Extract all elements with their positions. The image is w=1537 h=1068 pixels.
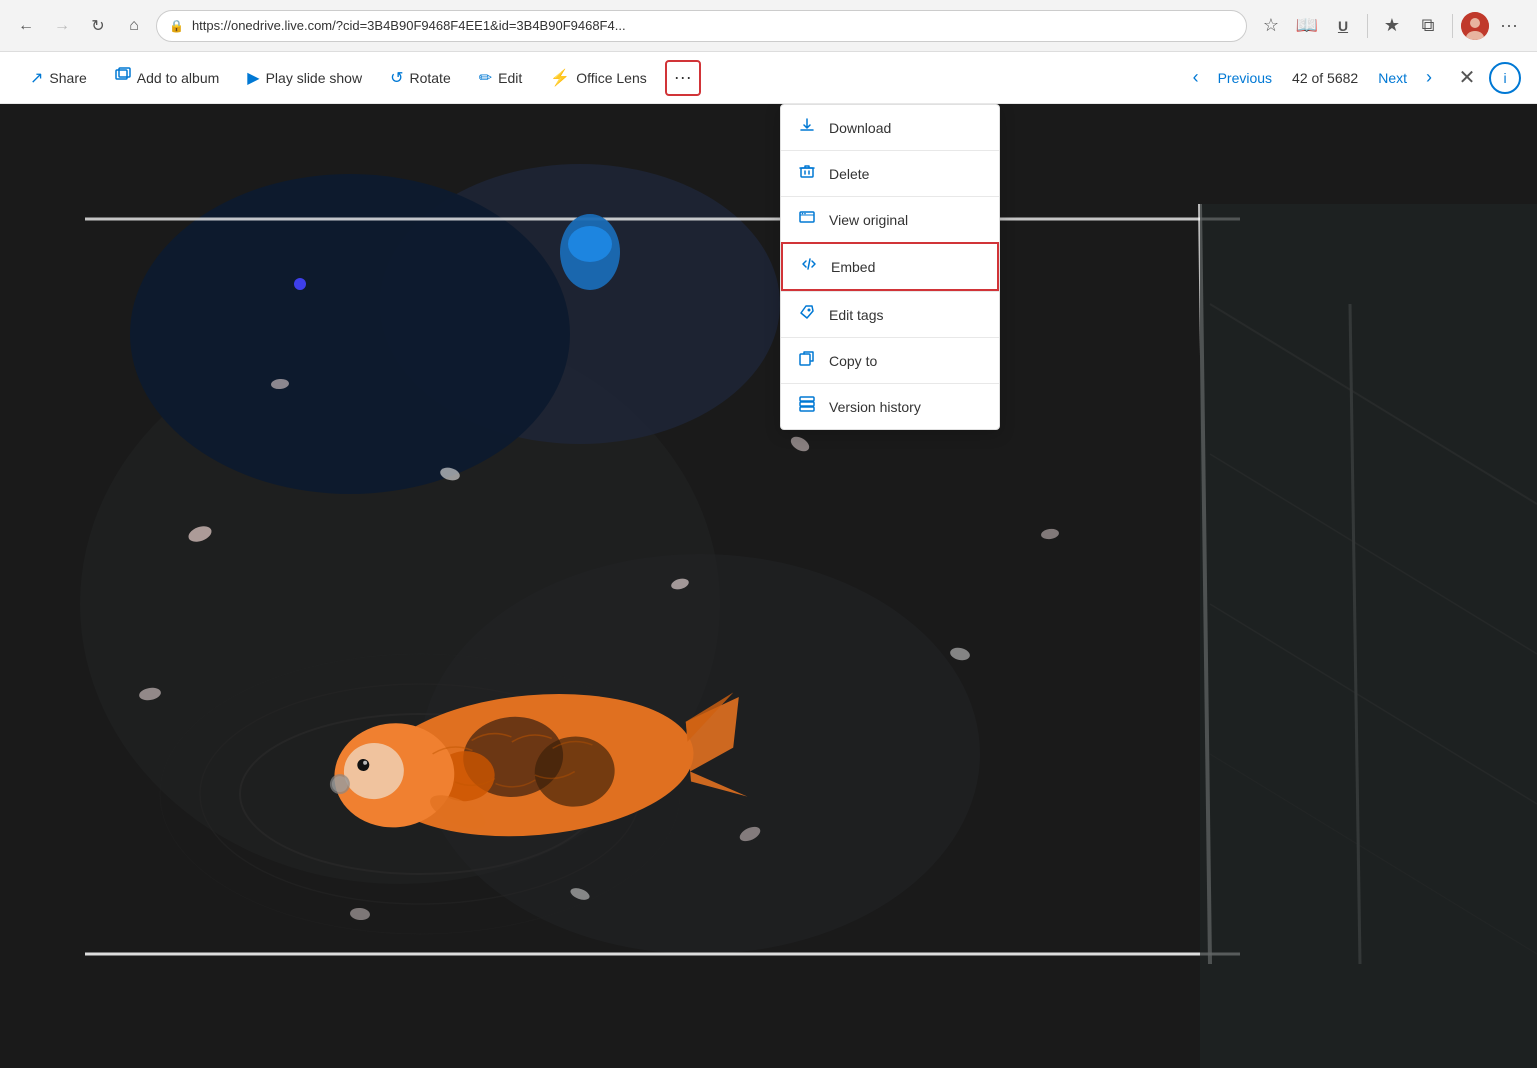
download-menu-item[interactable]: Download	[781, 105, 999, 150]
add-to-album-label: Add to album	[137, 70, 220, 86]
main-image-area: Download Delete	[0, 104, 1537, 1068]
add-to-album-button[interactable]: Add to album	[101, 61, 234, 94]
more-icon: ···	[674, 67, 692, 88]
delete-icon	[797, 163, 817, 184]
previous-button[interactable]: ‹	[1180, 62, 1212, 94]
embed-icon	[799, 256, 819, 277]
edit-tags-menu-item[interactable]: Edit tags	[781, 292, 999, 337]
edit-icon: ✏	[479, 68, 492, 88]
collections-button[interactable]: ⧉	[1412, 10, 1444, 42]
info-button[interactable]: i	[1489, 62, 1521, 94]
share-icon: ↗	[30, 68, 43, 88]
version-history-icon	[797, 396, 817, 417]
forward-button[interactable]: →	[48, 12, 76, 40]
toolbar: ↗ Share Add to album ▶ Play slide show ↺…	[0, 52, 1537, 104]
address-bar[interactable]: 🔒 https://onedrive.live.com/?cid=3B4B90F…	[156, 10, 1247, 42]
url-text: https://onedrive.live.com/?cid=3B4B90F94…	[192, 18, 1234, 33]
rotate-button[interactable]: ↺ Rotate	[376, 62, 465, 94]
close-icon: ✕	[1459, 65, 1476, 90]
embed-label: Embed	[831, 259, 875, 275]
view-original-icon	[797, 209, 817, 230]
edit-tags-label: Edit tags	[829, 307, 883, 323]
previous-icon: ‹	[1193, 67, 1199, 88]
play-slide-show-label: Play slide show	[266, 70, 363, 86]
browser-actions: ☆ 📖 U ★ ⧉ ···	[1255, 10, 1525, 42]
back-button[interactable]: ←	[12, 12, 40, 40]
view-original-label: View original	[829, 212, 908, 228]
play-slide-show-button[interactable]: ▶ Play slide show	[233, 62, 376, 94]
rotate-label: Rotate	[409, 70, 450, 86]
edit-tags-icon	[797, 304, 817, 325]
next-label: Next	[1378, 70, 1407, 86]
copy-to-label: Copy to	[829, 353, 877, 369]
download-icon	[797, 117, 817, 138]
user-avatar[interactable]	[1461, 12, 1489, 40]
browser-chrome: ← → ↻ ⌂ 🔒 https://onedrive.live.com/?cid…	[0, 0, 1537, 52]
edit-button[interactable]: ✏ Edit	[465, 62, 537, 94]
reading-view-button[interactable]: 📖	[1291, 10, 1323, 42]
copy-to-icon	[797, 350, 817, 371]
delete-menu-item[interactable]: Delete	[781, 151, 999, 196]
play-icon: ▶	[247, 68, 259, 88]
page-counter: 42 of 5682	[1292, 70, 1358, 86]
close-button[interactable]: ✕	[1451, 62, 1483, 94]
underline-button[interactable]: U	[1327, 10, 1359, 42]
next-button[interactable]: ›	[1413, 62, 1445, 94]
view-original-menu-item[interactable]: View original	[781, 197, 999, 242]
version-history-menu-item[interactable]: Version history	[781, 384, 999, 429]
embed-menu-item[interactable]: Embed	[781, 242, 999, 291]
refresh-button[interactable]: ↻	[84, 12, 112, 40]
delete-label: Delete	[829, 166, 869, 182]
album-icon	[115, 67, 131, 88]
more-options-button[interactable]: ···	[665, 60, 701, 96]
copy-to-menu-item[interactable]: Copy to	[781, 338, 999, 383]
next-icon: ›	[1426, 67, 1432, 88]
office-lens-label: Office Lens	[576, 70, 647, 86]
previous-label: Previous	[1218, 70, 1272, 86]
version-history-label: Version history	[829, 399, 921, 415]
info-icon: i	[1503, 70, 1506, 86]
office-lens-button[interactable]: ⚡ Office Lens	[536, 62, 660, 94]
download-label: Download	[829, 120, 891, 136]
settings-more-button[interactable]: ···	[1493, 10, 1525, 42]
home-button[interactable]: ⌂	[120, 12, 148, 40]
star-button[interactable]: ☆	[1255, 10, 1287, 42]
share-label: Share	[49, 70, 86, 86]
office-lens-icon: ⚡	[550, 68, 570, 88]
lock-icon: 🔒	[169, 19, 184, 33]
context-menu: Download Delete	[780, 104, 1000, 430]
edit-label: Edit	[498, 70, 522, 86]
rotate-icon: ↺	[390, 68, 403, 88]
toolbar-right: ‹ Previous 42 of 5682 Next › ✕ i	[1180, 62, 1521, 94]
share-button[interactable]: ↗ Share	[16, 62, 101, 94]
favorites-button[interactable]: ★	[1376, 10, 1408, 42]
fish-image	[0, 104, 1537, 1068]
